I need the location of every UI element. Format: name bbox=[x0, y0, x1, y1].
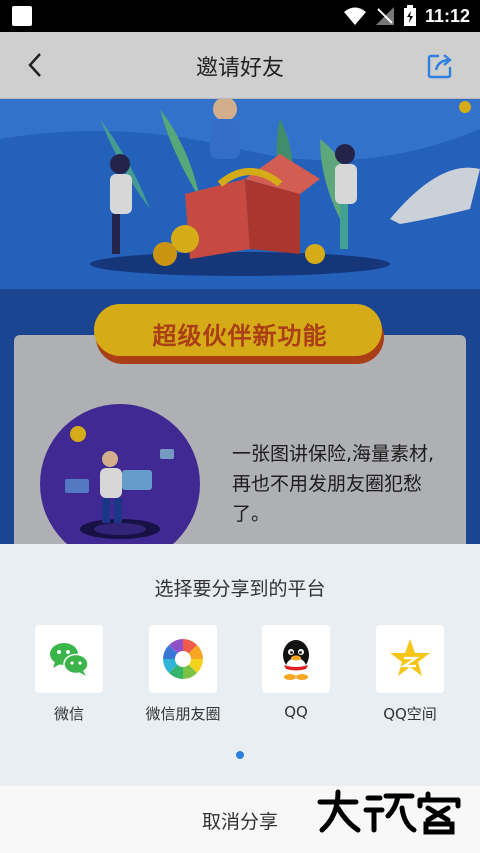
share-sheet-title: 选择要分享到的平台 bbox=[154, 578, 326, 600]
status-time: 11:12 bbox=[424, 5, 470, 26]
share-wechat-button[interactable]: 微信 bbox=[19, 625, 119, 735]
share-icon[interactable] bbox=[426, 50, 456, 80]
page-indicator-dot bbox=[236, 751, 244, 759]
share-tile bbox=[376, 625, 444, 693]
status-bar: 11:12 bbox=[0, 0, 480, 32]
notification-icon bbox=[12, 6, 32, 26]
share-label: 微信 bbox=[53, 705, 84, 723]
watermark-logo bbox=[317, 789, 461, 835]
qq-icon bbox=[283, 640, 309, 680]
status-right: 11:12 bbox=[343, 4, 470, 28]
share-qq-button[interactable]: QQ bbox=[246, 625, 346, 735]
share-qzone-button[interactable]: QQ空间 bbox=[360, 625, 460, 735]
wechat-icon bbox=[50, 643, 89, 676]
page-title: 邀请好友 bbox=[195, 56, 284, 81]
signal-icon bbox=[375, 7, 394, 25]
share-label: QQ bbox=[284, 703, 308, 721]
share-label: QQ空间 bbox=[383, 705, 437, 723]
share-moments-button[interactable]: 微信朋友圈 bbox=[133, 625, 233, 735]
battery-icon bbox=[403, 5, 416, 26]
share-label: 微信朋友圈 bbox=[145, 705, 221, 723]
nav-bar: 邀请好友 bbox=[0, 32, 480, 99]
share-tile bbox=[149, 625, 217, 693]
dim-overlay[interactable] bbox=[0, 99, 480, 544]
share-sheet: 选择要分享到的平台 微信 微信朋友圈 QQ QQ空间 bbox=[0, 544, 480, 786]
moments-icon bbox=[163, 639, 203, 679]
wifi-icon bbox=[343, 7, 366, 25]
share-tile bbox=[35, 625, 103, 693]
share-tile bbox=[262, 625, 330, 693]
qzone-icon bbox=[390, 639, 430, 676]
